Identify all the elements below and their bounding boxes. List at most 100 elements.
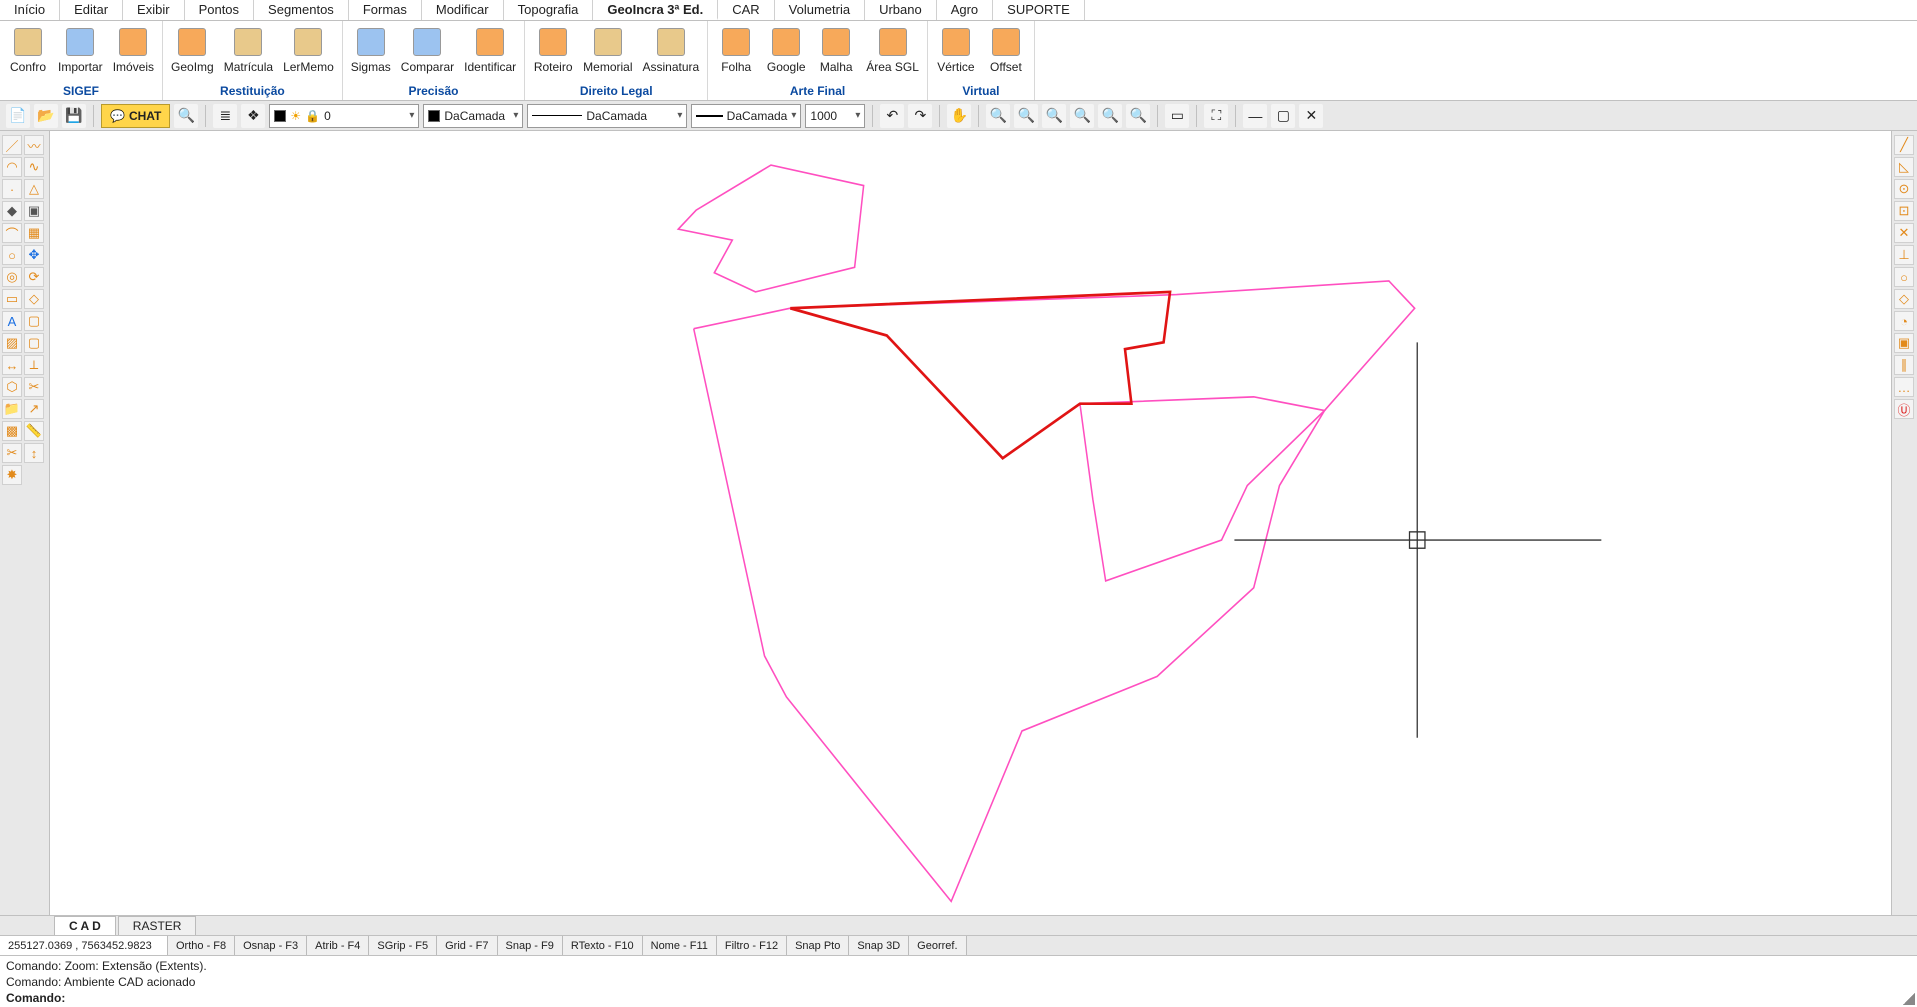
menu-item-inicio[interactable]: Início (0, 0, 60, 20)
linetype-dropdown[interactable]: DaCamada ▾ (527, 104, 687, 128)
ribbon-btn-geoimg[interactable]: GeoImg (167, 24, 218, 76)
area-tool-icon[interactable]: ▢ (24, 333, 44, 353)
line-tool-icon[interactable]: ／ (2, 135, 22, 155)
snap-midpoint-icon[interactable]: ◺ (1894, 157, 1914, 177)
pan-tool-icon[interactable]: ✥ (24, 245, 44, 265)
menu-item-exibir[interactable]: Exibir (123, 0, 185, 20)
select-window-icon[interactable]: ▭ (1165, 104, 1189, 128)
ribbon-btn-folha[interactable]: Folha (712, 24, 760, 76)
ribbon-btn-assinatura[interactable]: Assinatura (639, 24, 704, 76)
ribbon-btn-malha[interactable]: Malha (812, 24, 860, 76)
status-nome[interactable]: Nome - F11 (643, 936, 717, 955)
status-rtexto[interactable]: RTexto - F10 (563, 936, 643, 955)
spline-tool-icon[interactable]: ∿ (24, 157, 44, 177)
zoom-in-icon[interactable]: 🔍 (986, 104, 1010, 128)
resize-grip-icon[interactable] (1903, 993, 1915, 1005)
status-filtro[interactable]: Filtro - F12 (717, 936, 787, 955)
ribbon-btn-importar[interactable]: Importar (54, 24, 107, 76)
ribbon-btn-confro[interactable]: Confro (4, 24, 52, 76)
zoom-previous-icon[interactable]: 🔍 (1070, 104, 1094, 128)
globe-search-icon[interactable]: 🔍 (174, 104, 198, 128)
text-tool-icon[interactable]: A (2, 311, 22, 331)
snap-center-icon[interactable]: ⊙ (1894, 179, 1914, 199)
menu-item-volumetria[interactable]: Volumetria (775, 0, 865, 20)
color-dropdown[interactable]: DaCamada ▾ (423, 104, 523, 128)
undo-icon[interactable]: ↶ (880, 104, 904, 128)
redo-icon[interactable]: ↷ (908, 104, 932, 128)
polyline-tool-icon[interactable]: 〰 (24, 135, 44, 155)
ribbon-btn-sigmas[interactable]: Sigmas (347, 24, 395, 76)
snap-endpoint-icon[interactable]: ╱ (1894, 135, 1914, 155)
close-icon[interactable]: ✕ (1299, 104, 1323, 128)
tab-cad[interactable]: C A D (54, 916, 116, 935)
menu-item-modificar[interactable]: Modificar (422, 0, 504, 20)
dimension-tool-icon[interactable]: ↔ (2, 355, 22, 375)
cmd-prompt[interactable]: Comando: (6, 990, 1911, 1006)
zoom-realtime-icon[interactable]: 🔍 (1126, 104, 1150, 128)
zoom-window-icon[interactable]: 🔍 (1042, 104, 1066, 128)
layer-dropdown[interactable]: ☀ 🔒 0 ▾ (269, 104, 419, 128)
menu-item-urbano[interactable]: Urbano (865, 0, 937, 20)
save-file-icon[interactable]: 💾 (62, 104, 86, 128)
menu-item-agro[interactable]: Agro (937, 0, 993, 20)
offset-tool-icon[interactable]: ⟂ (24, 355, 44, 375)
layer-manager-icon[interactable]: ❖ (241, 104, 265, 128)
menu-item-suporte[interactable]: SUPORTE (993, 0, 1085, 20)
ribbon-btn-google[interactable]: Google (762, 24, 810, 76)
ribbon-btn-vertice[interactable]: Vértice (932, 24, 980, 76)
ribbon-btn-offset[interactable]: Offset (982, 24, 1030, 76)
extend-tool-icon[interactable]: ↗ (24, 399, 44, 419)
snap-node-icon[interactable]: ⊡ (1894, 201, 1914, 221)
restore-icon[interactable]: ▢ (1271, 104, 1295, 128)
ribbon-btn-comparar[interactable]: Comparar (397, 24, 458, 76)
crop-tool-icon[interactable]: ✂ (2, 443, 22, 463)
menu-item-pontos[interactable]: Pontos (185, 0, 254, 20)
status-ortho[interactable]: Ortho - F8 (168, 936, 235, 955)
snap-off-icon[interactable]: Ⓤ (1894, 399, 1914, 419)
status-snap-3d[interactable]: Snap 3D (849, 936, 909, 955)
polygon-tool-icon[interactable]: ⬡ (2, 377, 22, 397)
snap-nearest-icon[interactable]: ◇ (1894, 289, 1914, 309)
scale-dropdown[interactable]: 1000 ▾ (805, 104, 865, 128)
align-tool-icon[interactable]: ↕ (24, 443, 44, 463)
array-tool-icon[interactable]: ▦ (24, 223, 44, 243)
hatch-tool-icon[interactable]: ▨ (2, 333, 22, 353)
snap-tool-icon[interactable]: ▣ (24, 201, 44, 221)
snap-insertion-icon[interactable]: ▣ (1894, 333, 1914, 353)
circle-tool-icon[interactable]: ○ (2, 245, 22, 265)
ribbon-btn-matricula[interactable]: Matrícula (220, 24, 277, 76)
block-tool-icon[interactable]: ▢ (24, 311, 44, 331)
hatch2-tool-icon[interactable]: ▩ (2, 421, 22, 441)
measure-tool-icon[interactable]: 📏 (24, 421, 44, 441)
star-tool-icon[interactable]: ✸ (2, 465, 22, 485)
chat-button[interactable]: 💬CHAT (101, 104, 170, 128)
ribbon-btn-memorial[interactable]: Memorial (579, 24, 636, 76)
zoom-out-icon[interactable]: 🔍 (1014, 104, 1038, 128)
minimize-icon[interactable]: — (1243, 104, 1267, 128)
command-log[interactable]: Comando: Zoom: Extensão (Extents). Coman… (0, 955, 1917, 1007)
snap-perpendicular-icon[interactable]: ⊥ (1894, 245, 1914, 265)
curve-tool-icon[interactable]: ⌒ (2, 223, 22, 243)
ribbon-btn-area-sgl[interactable]: Área SGL (862, 24, 923, 76)
rotate-tool-icon[interactable]: ⟳ (24, 267, 44, 287)
point-tool-icon[interactable]: · (2, 179, 22, 199)
status-sgrip[interactable]: SGrip - F5 (369, 936, 437, 955)
snap-parallel-icon[interactable]: ∥ (1894, 355, 1914, 375)
folder-tool-icon[interactable]: 📁 (2, 399, 22, 419)
menu-item-formas[interactable]: Formas (349, 0, 422, 20)
snap-intersection-icon[interactable]: ✕ (1894, 223, 1914, 243)
menu-item-car[interactable]: CAR (718, 0, 774, 20)
arc-tool-icon[interactable]: ◠ (2, 157, 22, 177)
tab-raster[interactable]: RASTER (118, 916, 197, 935)
snap-tangent-icon[interactable]: ○ (1894, 267, 1914, 287)
zoom-extents-icon[interactable]: 🔍 (1098, 104, 1122, 128)
status-atrib[interactable]: Atrib - F4 (307, 936, 369, 955)
snap-quadrant-icon[interactable]: ◔ (1894, 311, 1914, 331)
menu-item-geoincra[interactable]: GeoIncra 3ª Ed. (593, 0, 718, 20)
status-snap[interactable]: Snap - F9 (498, 936, 563, 955)
ribbon-btn-imoveis[interactable]: Imóveis (109, 24, 158, 76)
status-georref[interactable]: Georref. (909, 936, 966, 955)
pan-hand-icon[interactable]: ✋ (947, 104, 971, 128)
status-osnap[interactable]: Osnap - F3 (235, 936, 307, 955)
status-grid[interactable]: Grid - F7 (437, 936, 497, 955)
